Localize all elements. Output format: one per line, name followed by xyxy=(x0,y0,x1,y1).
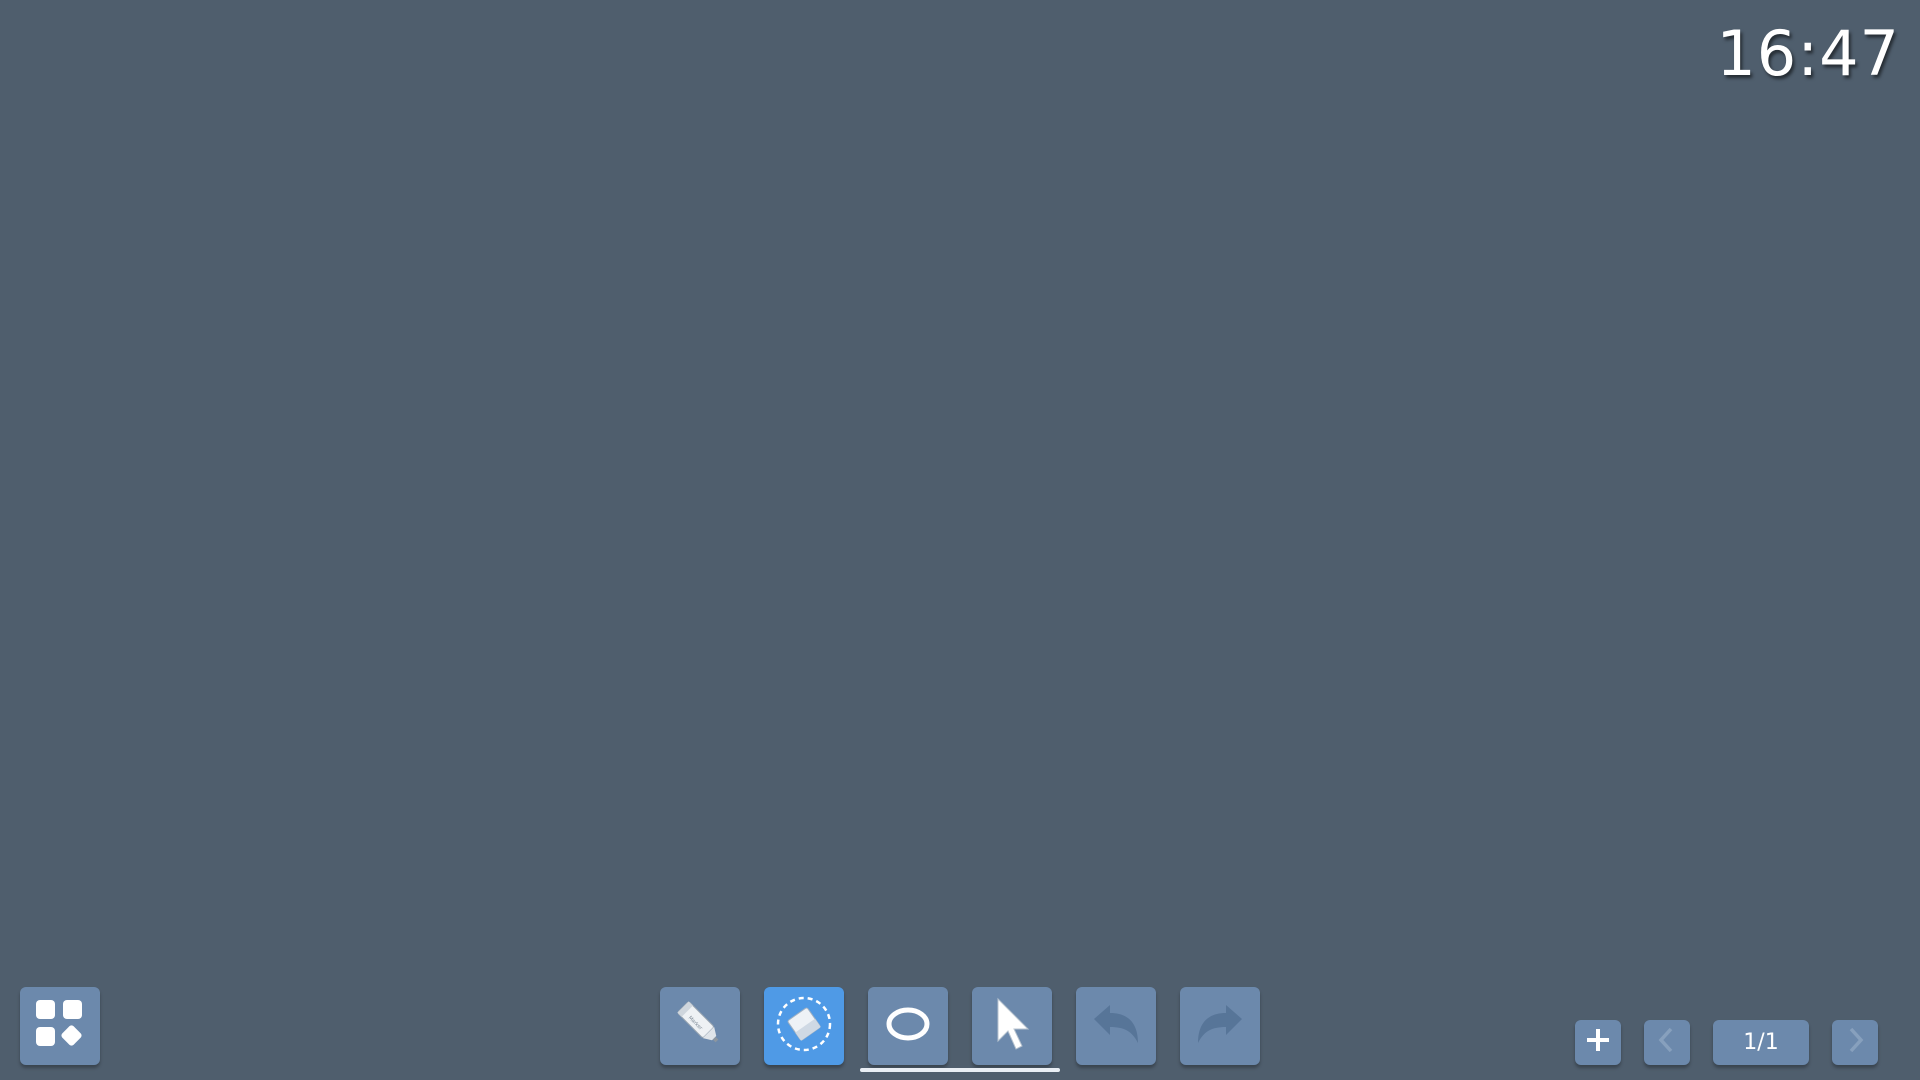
plus-icon xyxy=(1585,1027,1611,1058)
apps-grid-icon xyxy=(35,999,85,1054)
shape-tool-button[interactable] xyxy=(868,987,948,1065)
eraser-tool-button[interactable] xyxy=(764,987,844,1065)
select-tool-button[interactable] xyxy=(972,987,1052,1065)
pen-tool-button[interactable]: Marker xyxy=(660,987,740,1065)
eraser-icon xyxy=(774,994,834,1059)
apps-button[interactable] xyxy=(20,987,100,1065)
whiteboard-canvas[interactable] xyxy=(0,0,1920,1080)
redo-icon xyxy=(1192,999,1248,1054)
page-indicator: 1/1 xyxy=(1713,1020,1809,1065)
page-indicator-text: 1/1 xyxy=(1743,1030,1779,1055)
redo-button[interactable] xyxy=(1180,987,1260,1065)
next-page-button[interactable] xyxy=(1832,1020,1878,1065)
chevron-right-icon xyxy=(1844,1026,1866,1059)
active-tool-indicator xyxy=(860,1068,1060,1072)
ellipse-icon xyxy=(883,1004,933,1049)
chevron-left-icon xyxy=(1656,1026,1678,1059)
undo-button[interactable] xyxy=(1076,987,1156,1065)
undo-icon xyxy=(1088,999,1144,1054)
cursor-arrow-icon xyxy=(990,997,1034,1056)
clock: 16:47 xyxy=(1716,17,1900,90)
prev-page-button[interactable] xyxy=(1644,1020,1690,1065)
marker-pen-icon: Marker xyxy=(672,996,728,1057)
add-page-button[interactable] xyxy=(1575,1020,1621,1065)
